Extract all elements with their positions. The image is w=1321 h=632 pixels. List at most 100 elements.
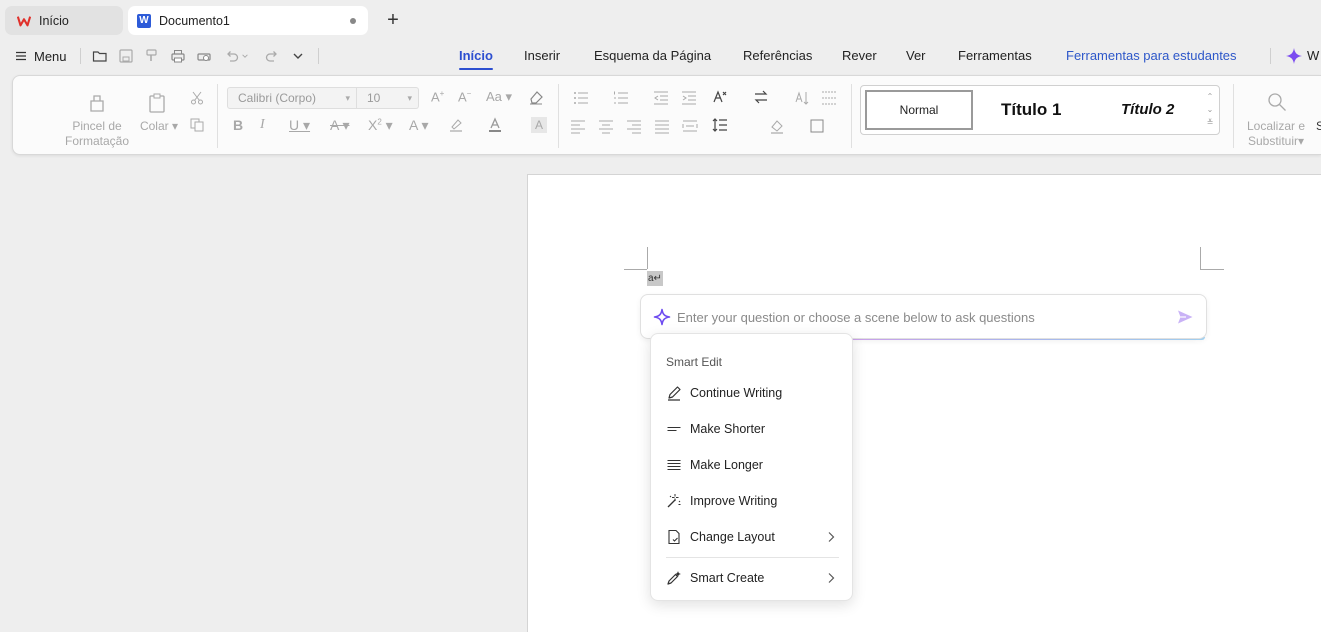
menu-button[interactable]: Menu xyxy=(16,46,67,66)
sparkle-pen-icon xyxy=(666,570,682,586)
tab-home[interactable]: Início xyxy=(5,6,123,35)
numbering-icon[interactable] xyxy=(613,90,629,109)
tab-ver[interactable]: Ver xyxy=(906,48,926,63)
find-replace-button[interactable]: Localizar e Substituir▾ xyxy=(1241,119,1311,149)
send-icon[interactable] xyxy=(1176,308,1194,326)
cut-icon[interactable] xyxy=(189,90,205,109)
chevron-down-icon[interactable] xyxy=(238,46,252,66)
wps-ai-sparkle-icon[interactable] xyxy=(1284,46,1304,66)
divider xyxy=(318,48,319,64)
tab-ferramentas-estudantes[interactable]: Ferramentas para estudantes xyxy=(1066,48,1237,63)
chevron-down-icon[interactable]: ⌄ xyxy=(1207,105,1214,114)
format-painter-button[interactable]: Pincel de Formatação xyxy=(61,119,133,149)
style-titulo-1[interactable]: Título 1 xyxy=(1001,100,1061,120)
tab-rever[interactable]: Rever xyxy=(842,48,877,63)
divider xyxy=(217,84,218,148)
expand-icon[interactable]: ≚ xyxy=(1207,118,1214,127)
tab-esquema-da-pagina[interactable]: Esquema da Página xyxy=(594,48,711,63)
layout-doc-icon xyxy=(666,529,682,545)
char-shading-icon[interactable]: A xyxy=(531,117,547,133)
clear-format-icon[interactable] xyxy=(528,89,544,108)
crop-mark xyxy=(1200,269,1224,270)
menu-item-smart-create[interactable]: Smart Create xyxy=(651,563,852,593)
divider xyxy=(1233,84,1234,148)
divider xyxy=(80,48,81,64)
select-button[interactable]: S xyxy=(1316,119,1321,134)
magic-wand-icon xyxy=(666,493,682,509)
change-case-icon[interactable]: Aa ▾ xyxy=(486,89,512,105)
copy-icon[interactable] xyxy=(189,117,205,136)
bold-icon[interactable]: B xyxy=(233,117,243,133)
font-size-value: 10 xyxy=(367,91,381,105)
text-flow-icon[interactable] xyxy=(753,89,769,108)
format-painter-icon[interactable] xyxy=(86,92,108,117)
chevron-down-icon: ▾ xyxy=(345,93,350,103)
format-painter-small-icon[interactable] xyxy=(142,46,162,66)
show-marks-icon[interactable] xyxy=(821,90,837,109)
print-icon[interactable] xyxy=(168,46,188,66)
superscript-icon[interactable]: X2 ▾ xyxy=(368,117,393,134)
paste-button[interactable]: Colar ▾ xyxy=(137,119,181,134)
tab-document[interactable]: W Documento1 xyxy=(128,6,368,35)
bullets-icon[interactable] xyxy=(573,90,589,109)
borders-icon[interactable] xyxy=(809,118,825,137)
text-direction-icon[interactable] xyxy=(712,89,728,108)
customize-chevron-icon[interactable] xyxy=(288,46,308,66)
format-painter-label: Pincel de xyxy=(72,119,122,133)
justify-icon[interactable] xyxy=(654,118,670,137)
tab-inicio[interactable]: Início xyxy=(459,48,493,70)
crop-mark xyxy=(624,269,647,270)
tab-home-label: Início xyxy=(39,13,69,28)
font-name-select[interactable]: Calibri (Corpo) ▾ xyxy=(227,87,357,109)
ai-question-input[interactable] xyxy=(677,306,1157,328)
increase-indent-icon[interactable] xyxy=(681,90,697,109)
search-icon[interactable] xyxy=(1266,91,1288,116)
text-effect-icon[interactable]: A ▾ xyxy=(409,117,428,134)
tab-ferramentas[interactable]: Ferramentas xyxy=(958,48,1032,63)
menu-item-continue-writing[interactable]: Continue Writing xyxy=(651,378,852,408)
style-titulo-2[interactable]: Título 2 xyxy=(1121,101,1174,118)
grow-font-icon[interactable]: A+ xyxy=(431,89,444,104)
menu-divider xyxy=(666,557,839,558)
strikethrough-icon[interactable]: A ▾ xyxy=(330,117,349,134)
styles-scroll[interactable]: ⌃ ⌄ ≚ xyxy=(1205,90,1215,129)
unsaved-dot-icon[interactable] xyxy=(350,18,356,24)
paste-icon[interactable] xyxy=(146,92,168,117)
print-preview-icon[interactable] xyxy=(194,46,214,66)
highlight-icon[interactable] xyxy=(448,117,464,136)
decrease-indent-icon[interactable] xyxy=(653,90,669,109)
document-page[interactable] xyxy=(527,174,1321,632)
menu-item-change-layout[interactable]: Change Layout xyxy=(651,522,852,552)
shrink-font-icon[interactable]: A− xyxy=(458,89,471,104)
wps-logo-icon xyxy=(17,14,31,28)
chevron-up-icon[interactable]: ⌃ xyxy=(1207,92,1214,101)
new-tab-button[interactable]: + xyxy=(383,9,403,31)
align-right-icon[interactable] xyxy=(626,118,642,137)
align-left-icon[interactable] xyxy=(570,118,586,137)
align-center-icon[interactable] xyxy=(598,118,614,137)
style-normal[interactable]: Normal xyxy=(865,90,973,130)
font-size-select[interactable]: 10 ▾ xyxy=(357,87,419,109)
selected-text[interactable]: a↵ xyxy=(647,271,663,286)
shading-icon[interactable] xyxy=(769,118,785,137)
menu-item-make-shorter[interactable]: Make Shorter xyxy=(651,414,852,444)
italic-icon[interactable]: I xyxy=(260,117,265,133)
open-folder-icon[interactable] xyxy=(90,46,110,66)
divider xyxy=(851,84,852,148)
menu-item-improve-writing[interactable]: Improve Writing xyxy=(651,486,852,516)
font-color-icon[interactable] xyxy=(487,117,503,136)
line-spacing-icon[interactable] xyxy=(712,117,728,136)
save-icon[interactable] xyxy=(116,46,136,66)
crop-mark xyxy=(647,247,648,269)
pencil-icon xyxy=(666,385,682,401)
sort-icon[interactable] xyxy=(794,90,810,109)
find-replace-label: Localizar e xyxy=(1246,119,1306,133)
menu-item-label: Make Shorter xyxy=(690,422,766,436)
tab-referencias[interactable]: Referências xyxy=(743,48,812,63)
distributed-icon[interactable] xyxy=(682,118,698,137)
redo-icon[interactable] xyxy=(262,46,282,66)
menu-item-make-longer[interactable]: Make Longer xyxy=(651,450,852,480)
tab-inserir[interactable]: Inserir xyxy=(524,48,560,63)
tab-wps-ai[interactable]: W xyxy=(1307,48,1319,63)
underline-icon[interactable]: U ▾ xyxy=(289,117,310,134)
